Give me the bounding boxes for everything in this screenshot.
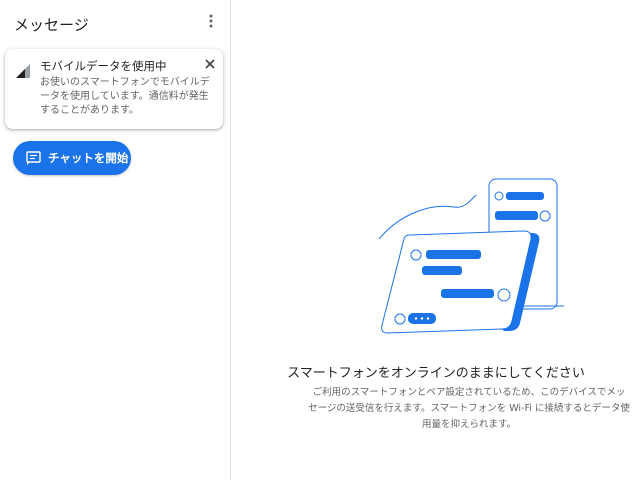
- messages-app: メッセージ モバイルデータを使用中 お使いのスマートフォンでモバイルデータを使用…: [0, 0, 640, 480]
- more-vert-icon: [209, 14, 213, 28]
- notice-close-button[interactable]: [203, 57, 217, 71]
- mobile-data-notice: モバイルデータを使用中 お使いのスマートフォンでモバイルデータを使用しています。…: [5, 49, 223, 129]
- start-chat-label: チャットを開始: [48, 151, 129, 165]
- main-panel: スマートフォンをオンラインのままにしてください ご利用のスマートフォンとペア設定…: [232, 0, 640, 480]
- notice-body: お使いのスマートフォンでモバイルデータを使用しています。通信料が発生することがあ…: [40, 77, 210, 116]
- signal-icon: [16, 64, 30, 78]
- start-chat-button[interactable]: チャットを開始: [13, 141, 131, 175]
- empty-state-title: スマートフォンをオンラインのままにしてください: [287, 366, 585, 381]
- close-icon: [205, 59, 215, 69]
- notice-title: モバイルデータを使用中: [40, 59, 167, 73]
- more-options-button[interactable]: [201, 11, 221, 31]
- phone-and-chat-illustration: [378, 178, 564, 334]
- app-title: メッセージ: [14, 16, 89, 34]
- sidebar: メッセージ モバイルデータを使用中 お使いのスマートフォンでモバイルデータを使用…: [0, 0, 231, 480]
- empty-state-description: ご利用のスマートフォンとペア設定されているため、このデバイスでメッセージの送受信…: [308, 387, 630, 430]
- chat-icon: [25, 150, 41, 166]
